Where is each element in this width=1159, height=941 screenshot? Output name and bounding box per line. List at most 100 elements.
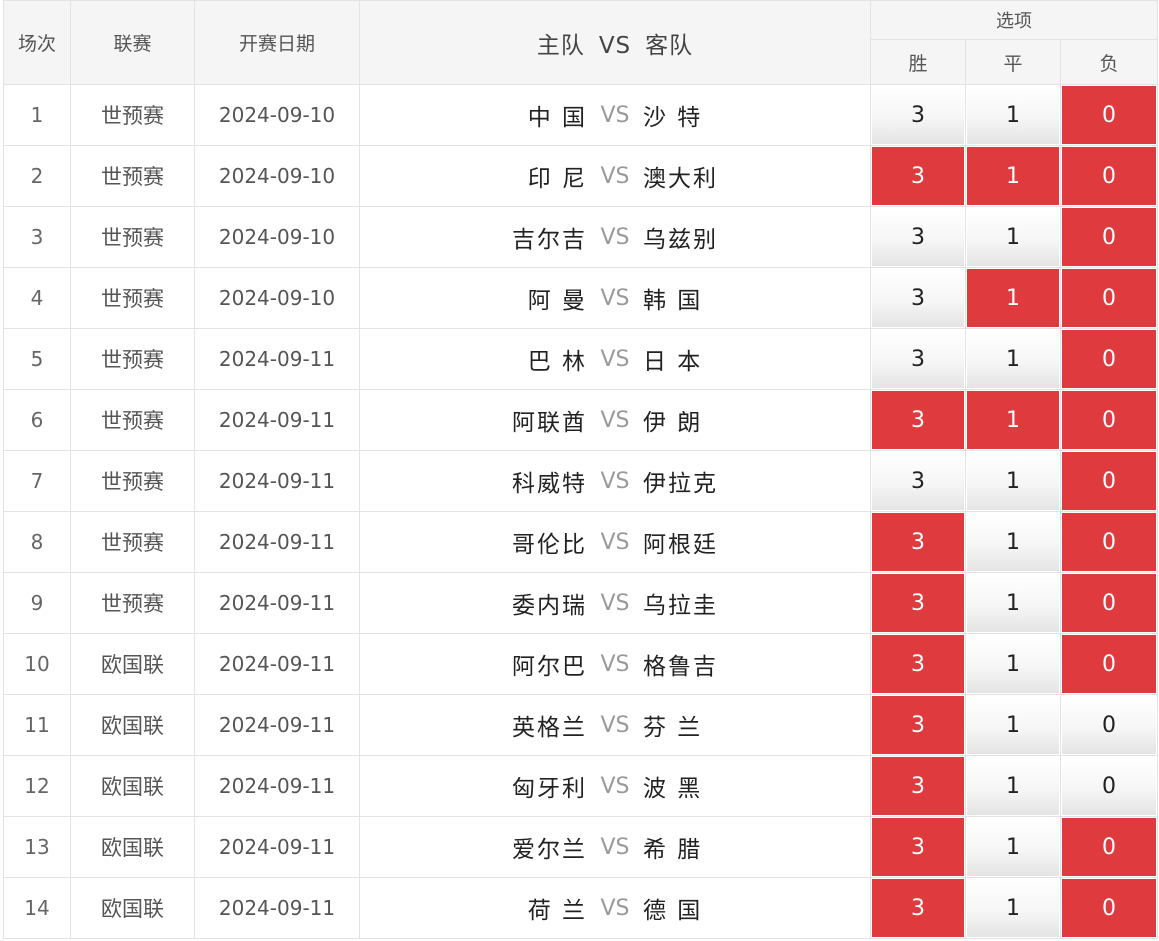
- row-date: 2024-09-11: [194, 450, 360, 512]
- vs-label: VS: [600, 651, 630, 677]
- option-draw-button[interactable]: 1: [967, 391, 1059, 449]
- matchup-wrap: 英格兰 VS 芬 兰: [360, 708, 870, 742]
- row-matchup: 印 尼 VS 澳大利: [359, 145, 871, 207]
- row-index: 14: [3, 877, 71, 939]
- option-win-button[interactable]: 3: [872, 269, 964, 327]
- option-lose-button[interactable]: 0: [1062, 391, 1157, 449]
- away-team: 沙 特: [643, 105, 703, 131]
- option-lose-button[interactable]: 0: [1062, 696, 1157, 754]
- row-matchup: 阿尔巴 VS 格鲁吉: [359, 633, 871, 695]
- option-lose-button[interactable]: 0: [1062, 330, 1157, 388]
- option-win-button[interactable]: 3: [872, 452, 964, 510]
- row-matchup: 阿联酋 VS 伊 朗: [359, 389, 871, 451]
- option-draw-button[interactable]: 1: [967, 269, 1059, 327]
- option-win-button[interactable]: 3: [872, 391, 964, 449]
- table-row: 5 世预赛 2024-09-11 巴 林 VS 日 本 310: [3, 328, 1159, 390]
- header-lose: 负: [1059, 39, 1159, 85]
- home-team: 巴 林: [527, 349, 587, 375]
- header-index: 场次: [3, 0, 71, 85]
- option-cell-lose: 0: [1059, 145, 1159, 207]
- option-cell-win: 3: [870, 389, 966, 451]
- option-lose-button[interactable]: 0: [1062, 818, 1157, 876]
- option-lose-button[interactable]: 0: [1062, 574, 1157, 632]
- option-lose-button[interactable]: 0: [1062, 86, 1157, 144]
- row-matchup: 匈牙利 VS 波 黑: [359, 755, 871, 817]
- option-draw-button[interactable]: 1: [967, 513, 1059, 571]
- table-row: 12 欧国联 2024-09-11 匈牙利 VS 波 黑 310: [3, 755, 1159, 817]
- option-win-button[interactable]: 3: [872, 513, 964, 571]
- home-team: 阿联酋: [512, 410, 587, 436]
- option-cell-draw: 1: [965, 328, 1061, 390]
- option-win-button[interactable]: 3: [872, 86, 964, 144]
- away-team: 芬 兰: [643, 715, 703, 741]
- matchup-wrap: 阿尔巴 VS 格鲁吉: [360, 647, 870, 681]
- option-draw-button[interactable]: 1: [967, 86, 1059, 144]
- option-cell-draw: 1: [965, 84, 1061, 146]
- option-cell-draw: 1: [965, 816, 1061, 878]
- row-index: 3: [3, 206, 71, 268]
- header-vs: VS: [598, 32, 632, 59]
- vs-label: VS: [600, 590, 630, 616]
- option-cell-win: 3: [870, 511, 966, 573]
- vs-label: VS: [600, 224, 630, 250]
- home-team: 吉尔吉: [512, 227, 587, 253]
- option-win-button[interactable]: 3: [872, 147, 964, 205]
- option-lose-button[interactable]: 0: [1062, 208, 1157, 266]
- option-draw-button[interactable]: 1: [967, 208, 1059, 266]
- matchup-wrap: 巴 林 VS 日 本: [360, 342, 870, 376]
- header-league: 联赛: [70, 0, 195, 85]
- option-win-button[interactable]: 3: [872, 574, 964, 632]
- matchup-wrap: 阿 曼 VS 韩 国: [360, 281, 870, 315]
- option-draw-button[interactable]: 1: [967, 452, 1059, 510]
- option-lose-button[interactable]: 0: [1062, 879, 1157, 937]
- row-matchup: 巴 林 VS 日 本: [359, 328, 871, 390]
- home-team: 英格兰: [512, 715, 587, 741]
- option-draw-button[interactable]: 1: [967, 635, 1059, 693]
- table-header: 场次 联赛 开赛日期 主队 VS 客队 选项 胜 平 负: [3, 0, 1159, 85]
- matchup-wrap: 委内瑞 VS 乌拉圭: [360, 586, 870, 620]
- option-win-button[interactable]: 3: [872, 208, 964, 266]
- option-win-button[interactable]: 3: [872, 635, 964, 693]
- option-lose-button[interactable]: 0: [1062, 635, 1157, 693]
- option-draw-button[interactable]: 1: [967, 879, 1059, 937]
- option-lose-button[interactable]: 0: [1062, 269, 1157, 327]
- option-lose-button[interactable]: 0: [1062, 513, 1157, 571]
- table-row: 8 世预赛 2024-09-11 哥伦比 VS 阿根廷 3 1 0: [3, 511, 1159, 573]
- option-cell-draw: 1: [965, 511, 1061, 573]
- header-away: 客队: [645, 32, 694, 59]
- vs-label: VS: [600, 102, 630, 128]
- option-lose-button[interactable]: 0: [1062, 147, 1157, 205]
- option-cell-win: 3: [870, 755, 966, 817]
- table-row: 10 欧国联 2024-09-11 阿尔巴 VS 格鲁吉 3 1 0: [3, 633, 1159, 695]
- header-win: 胜: [870, 39, 966, 85]
- option-win-button[interactable]: 3: [872, 818, 964, 876]
- option-lose-button[interactable]: 0: [1062, 452, 1157, 510]
- option-cell-draw: 1: [965, 206, 1061, 268]
- option-draw-button[interactable]: 1: [967, 757, 1059, 815]
- option-win-button[interactable]: 3: [872, 330, 964, 388]
- option-win-button[interactable]: 3: [872, 696, 964, 754]
- option-win-button[interactable]: 3: [872, 879, 964, 937]
- vs-label: VS: [600, 346, 630, 372]
- option-draw-button[interactable]: 1: [967, 330, 1059, 388]
- home-team: 荷 兰: [527, 898, 587, 924]
- option-draw-button[interactable]: 1: [967, 818, 1059, 876]
- home-team: 哥伦比: [512, 532, 587, 558]
- row-date: 2024-09-11: [194, 877, 360, 939]
- header-options: 选项: [869, 0, 1159, 40]
- vs-label: VS: [600, 895, 630, 921]
- option-draw-button[interactable]: 1: [967, 147, 1059, 205]
- option-draw-button[interactable]: 1: [967, 696, 1059, 754]
- vs-label: VS: [600, 834, 630, 860]
- vs-label: VS: [600, 285, 630, 311]
- option-win-button[interactable]: 3: [872, 757, 964, 815]
- option-cell-lose: 0: [1059, 572, 1159, 634]
- row-index: 6: [3, 389, 71, 451]
- option-cell-draw: 1: [965, 450, 1061, 512]
- option-draw-button[interactable]: 1: [967, 574, 1059, 632]
- away-team: 日 本: [643, 349, 703, 375]
- table-row: 13 欧国联 2024-09-11 爱尔兰 VS 希 腊 310: [3, 816, 1159, 878]
- matchup-wrap: 吉尔吉 VS 乌兹别: [360, 220, 870, 254]
- away-team: 德 国: [643, 898, 703, 924]
- option-lose-button[interactable]: 0: [1062, 757, 1157, 815]
